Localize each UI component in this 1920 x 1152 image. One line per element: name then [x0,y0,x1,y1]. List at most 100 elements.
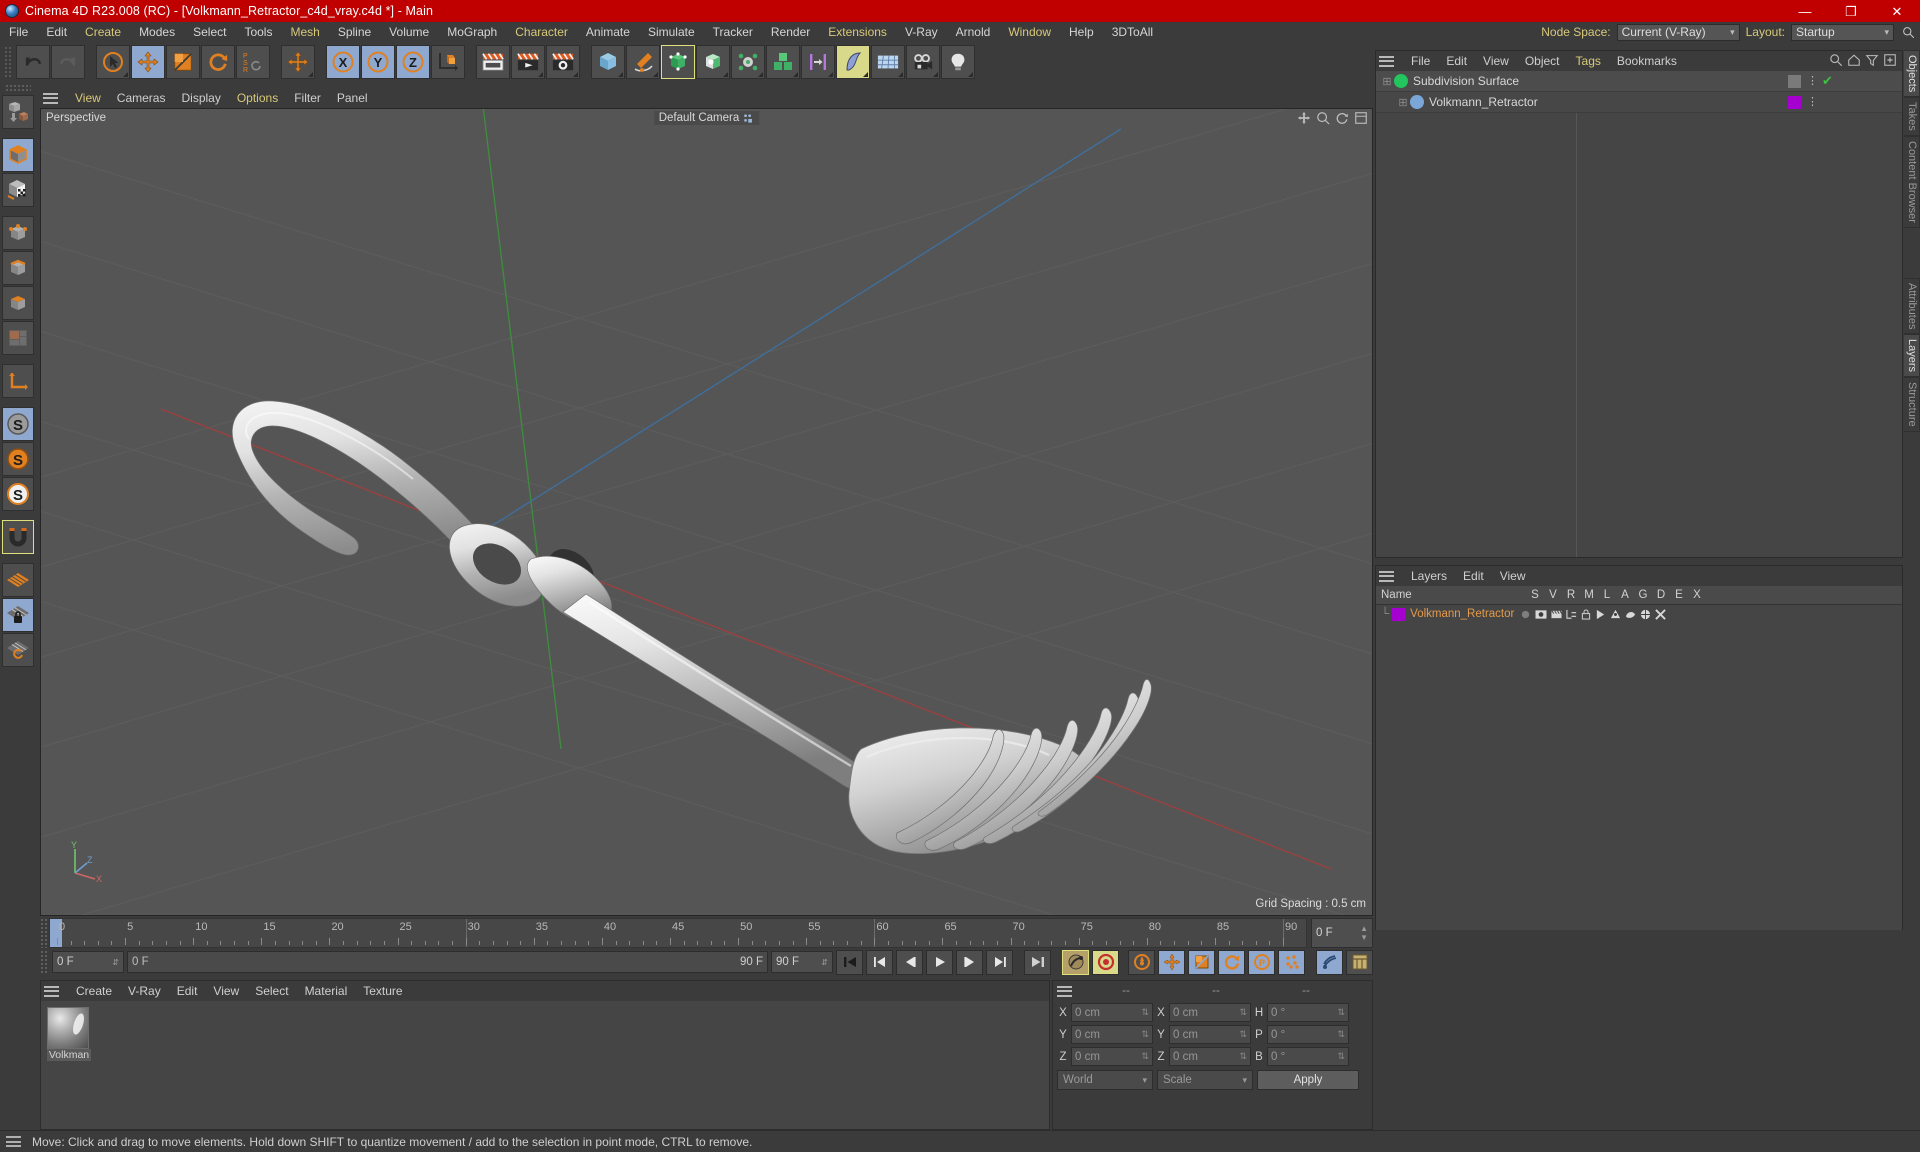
material-menu-item-v-ray[interactable]: V-Ray [120,984,169,998]
add-spline-button[interactable] [626,45,660,79]
add-deformer-button[interactable] [696,45,730,79]
live-selection-tool-button[interactable] [96,45,130,79]
rotation-key-button[interactable] [1218,949,1245,975]
keyframe-selection-button[interactable] [1128,949,1155,975]
object-menu-item-object[interactable]: Object [1517,54,1568,68]
layer-menu-item-view[interactable]: View [1492,569,1534,583]
rotate-tool-button[interactable] [201,45,235,79]
world-move-tool-button[interactable] [281,45,315,79]
add-generator-button[interactable] [661,45,695,79]
viewport-menu-item-panel[interactable]: Panel [329,91,376,105]
previous-key-button[interactable] [866,949,893,975]
add-light-axis-button[interactable] [801,45,835,79]
texture-mode-button[interactable] [2,173,34,207]
enable-axis-modification-button[interactable]: S [2,407,34,441]
material-menu-item-view[interactable]: View [205,984,247,998]
viewport-hamburger-icon[interactable] [43,90,61,106]
minimize-button[interactable]: — [1782,0,1828,22]
node-space-dropdown[interactable]: Current (V-Ray) ▾ [1616,23,1740,41]
uv-mode-button[interactable] [2,321,34,355]
timeline-grip[interactable] [40,918,49,948]
menu-item-simulate[interactable]: Simulate [639,22,704,42]
point-mode-button[interactable] [2,216,34,250]
pos-x-input[interactable]: 0 cm ⇅ [1071,1003,1153,1022]
vtab-attributes[interactable]: Attributes [1904,277,1920,335]
viewport-menu-item-filter[interactable]: Filter [286,91,329,105]
close-button[interactable]: ✕ [1874,0,1920,22]
layer-menu-item-layers[interactable]: Layers [1403,569,1455,583]
size-x-input[interactable]: 0 cm ⇅ [1169,1003,1251,1022]
parameter-key-button[interactable]: P [1248,949,1275,975]
position-key-button[interactable] [1158,949,1185,975]
menu-item-mesh[interactable]: Mesh [281,22,328,42]
pan-view-icon[interactable] [1297,111,1311,125]
vtab-content-browser[interactable]: Content Browser [1904,136,1920,228]
menu-item-spline[interactable]: Spline [329,22,380,42]
menu-item-volume[interactable]: Volume [380,22,438,42]
object-add-icon[interactable] [1883,53,1897,70]
render-to-picture-viewer-button[interactable] [511,45,545,79]
object-axis-button[interactable]: S [2,442,34,476]
layer-tag-icon[interactable] [1788,95,1801,109]
vtab-layers[interactable]: Layers [1904,334,1920,378]
add-volume-button[interactable] [836,45,870,79]
toolbar-grip[interactable] [4,46,13,78]
size-z-input[interactable]: 0 cm ⇅ [1169,1047,1251,1066]
object-manager-hamburger-icon[interactable] [1379,53,1397,69]
menu-item-tools[interactable]: Tools [235,22,281,42]
menu-item-edit[interactable]: Edit [37,22,76,42]
workplane-rotate-button[interactable] [2,633,34,667]
menu-item-file[interactable]: File [0,22,37,42]
snap-magnet-button[interactable] [2,520,34,554]
object-menu-item-bookmarks[interactable]: Bookmarks [1609,54,1685,68]
rot-b-input[interactable]: 0 ° ⇅ [1267,1047,1349,1066]
material-menu-item-texture[interactable]: Texture [355,984,410,998]
pos-z-input[interactable]: 0 cm ⇅ [1071,1047,1153,1066]
object-row[interactable]: ⊞ Volkmann_Retractor ⋮ [1376,92,1902,113]
viewport-menu-item-cameras[interactable]: Cameras [109,91,174,105]
world-axis-button[interactable]: S [2,477,34,511]
timeline-window-button[interactable] [1346,949,1373,975]
undo-button[interactable] [16,45,50,79]
layer-list[interactable]: └ Volkmann_Retractor [1376,605,1902,930]
menu-item-character[interactable]: Character [506,22,577,42]
previous-frame-button[interactable] [896,949,923,975]
menu-item-tracker[interactable]: Tracker [704,22,762,42]
status-hamburger-icon[interactable] [6,1135,24,1149]
layer-color-swatch[interactable] [1392,607,1406,621]
add-mograph-button[interactable] [766,45,800,79]
psr-tool-button[interactable]: P S R [236,45,270,79]
go-to-start-button[interactable] [836,949,863,975]
vtab-takes[interactable]: Takes [1904,97,1920,137]
layer-menu-item-edit[interactable]: Edit [1455,569,1492,583]
viewport-menu-item-options[interactable]: Options [229,91,286,105]
object-menu-item-view[interactable]: View [1475,54,1517,68]
material-menu-item-create[interactable]: Create [68,984,120,998]
material-manager-hamburger-icon[interactable] [44,983,62,999]
coordinate-system-dropdown[interactable]: World ▾ [1057,1070,1153,1090]
menu-item-render[interactable]: Render [762,22,819,42]
material-list[interactable]: Volkman [41,1001,1049,1129]
object-tree[interactable]: ⊞ Subdivision Surface ⋮ ✔ ⊞ Volkmann_Retracto… [1376,71,1902,557]
object-row[interactable]: ⊞ Subdivision Surface ⋮ ✔ [1376,71,1902,92]
menu-item-window[interactable]: Window [999,22,1060,42]
redo-button[interactable] [51,45,85,79]
menu-item-mograph[interactable]: MoGraph [438,22,506,42]
add-scene-object-button[interactable] [731,45,765,79]
x-axis-button[interactable]: X [326,45,360,79]
left-toolbar-grip[interactable] [5,84,31,92]
object-filter-icon[interactable] [1865,53,1879,70]
scale-tool-button[interactable] [166,45,200,79]
pos-y-input[interactable]: 0 cm ⇅ [1071,1025,1153,1044]
add-field-button[interactable] [871,45,905,79]
polygon-mode-button[interactable] [2,286,34,320]
point-level-animation-button[interactable] [1278,949,1305,975]
transport-grip[interactable] [40,950,49,974]
rotate-view-icon[interactable] [1335,111,1349,125]
menu-item-create[interactable]: Create [76,22,130,42]
search-icon[interactable] [1900,24,1916,40]
size-y-input[interactable]: 0 cm ⇅ [1169,1025,1251,1044]
model-mode-button[interactable] [2,138,34,172]
tag-dots-icon[interactable]: ⋮ [1807,75,1818,86]
object-menu-item-tags[interactable]: Tags [1568,54,1609,68]
